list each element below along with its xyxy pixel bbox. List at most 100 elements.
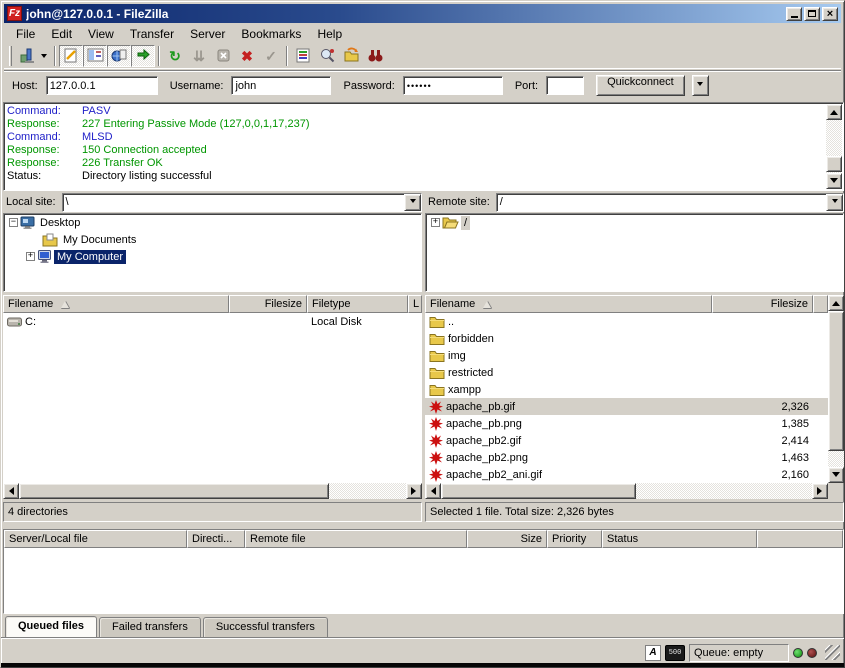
scroll-left-icon[interactable] — [425, 483, 441, 499]
disconnect-button[interactable]: ✖ — [235, 45, 259, 67]
scrollbar-thumb[interactable] — [826, 156, 842, 172]
transfer-queue: Server/Local file Directi... Remote file… — [3, 529, 844, 614]
file-row[interactable]: xampp — [425, 381, 828, 398]
column-header-remote-file[interactable]: Remote file — [245, 530, 467, 548]
directory-comparison-button[interactable] — [315, 45, 339, 67]
scrollbar-thumb[interactable] — [19, 483, 329, 499]
chevron-down-icon — [697, 82, 703, 89]
file-row[interactable]: apache_pb.png 1,385 — [425, 415, 828, 432]
my-documents-icon — [42, 233, 58, 247]
password-input[interactable] — [403, 76, 503, 95]
toggle-queue-button[interactable] — [131, 45, 155, 67]
column-header-filetype[interactable]: Filetype — [307, 295, 408, 313]
cancel-operation-button[interactable] — [211, 45, 235, 67]
speed-limit-indicator[interactable]: 500 — [665, 645, 685, 661]
site-manager-button[interactable] — [15, 45, 39, 67]
scroll-up-icon[interactable] — [828, 295, 844, 311]
file-row-c-drive[interactable]: C: Local Disk — [3, 313, 422, 330]
log-scrollbar[interactable] — [826, 104, 842, 189]
column-header-filename[interactable]: Filename — [425, 295, 712, 313]
collapse-icon[interactable]: − — [9, 218, 18, 227]
menu-file[interactable]: File — [8, 25, 43, 43]
transfer-type-indicator[interactable]: A — [645, 645, 661, 661]
toggle-local-tree-button[interactable] — [83, 45, 107, 67]
column-header-last-modified[interactable]: L — [408, 295, 422, 313]
column-header-filename[interactable]: Filename — [3, 295, 229, 313]
file-row[interactable]: apache_pb2.gif 2,414 — [425, 432, 828, 449]
resize-grip[interactable] — [825, 645, 840, 660]
expand-icon[interactable]: + — [431, 218, 440, 227]
folder-icon — [429, 367, 445, 379]
menu-server[interactable]: Server — [182, 25, 233, 43]
quickconnect-bar: Host: Username: Password: Port: Quickcon… — [4, 70, 841, 100]
tree-item-my-computer[interactable]: + My Computer — [4, 248, 421, 265]
file-row[interactable]: apache_pb2_ani.gif 2,160 — [425, 466, 828, 483]
column-header-direction[interactable]: Directi... — [187, 530, 245, 548]
column-header-status[interactable]: Status — [602, 530, 757, 548]
file-row[interactable]: apache_pb2.png 1,463 — [425, 449, 828, 466]
menu-view[interactable]: View — [80, 25, 122, 43]
local-site-combobox[interactable]: \ — [62, 193, 422, 212]
tab-queued-files[interactable]: Queued files — [5, 616, 97, 637]
quickconnect-dropdown-button[interactable] — [692, 75, 709, 96]
folder-open-icon — [442, 216, 459, 229]
menu-help[interactable]: Help — [309, 25, 350, 43]
scroll-right-icon[interactable] — [812, 483, 828, 499]
scroll-up-icon[interactable] — [826, 104, 842, 120]
scrollbar-thumb[interactable] — [828, 311, 844, 451]
column-header-priority[interactable]: Priority — [547, 530, 602, 548]
synchronized-browsing-button[interactable] — [339, 45, 363, 67]
remote-vertical-scrollbar[interactable] — [828, 295, 844, 483]
menu-edit[interactable]: Edit — [43, 25, 80, 43]
refresh-button[interactable]: ↻ — [163, 45, 187, 67]
tab-successful-transfers[interactable]: Successful transfers — [203, 617, 328, 637]
column-header-filesize[interactable]: Filesize — [712, 295, 813, 313]
local-horizontal-scrollbar[interactable] — [3, 483, 422, 499]
menu-bookmarks[interactable]: Bookmarks — [233, 25, 309, 43]
local-tree-icon — [87, 47, 104, 64]
toggle-message-log-button[interactable] — [59, 45, 83, 67]
tree-item-root[interactable]: + / — [426, 214, 843, 231]
scroll-left-icon[interactable] — [3, 483, 19, 499]
site-manager-dropdown-icon[interactable] — [41, 54, 47, 61]
local-list-header: Filename Filesize Filetype L — [3, 295, 422, 313]
file-row[interactable]: restricted — [425, 364, 828, 381]
host-input[interactable] — [46, 76, 158, 95]
scroll-down-icon[interactable] — [826, 173, 842, 189]
maximize-button[interactable] — [804, 7, 820, 21]
image-file-icon — [429, 417, 443, 431]
file-row[interactable]: forbidden — [425, 330, 828, 347]
menu-transfer[interactable]: Transfer — [122, 25, 182, 43]
column-header-server-local-file[interactable]: Server/Local file — [4, 530, 187, 548]
toolbar-grip[interactable] — [9, 46, 12, 66]
tree-item-my-documents[interactable]: My Documents — [4, 231, 421, 248]
file-row-selected[interactable]: apache_pb.gif 2,326 — [425, 398, 828, 415]
file-row[interactable]: img — [425, 347, 828, 364]
divider — [1, 637, 844, 639]
minimize-button[interactable] — [786, 7, 802, 21]
toggle-remote-tree-button[interactable] — [107, 45, 131, 67]
expand-icon[interactable]: + — [26, 252, 35, 261]
file-row[interactable]: .. — [425, 313, 828, 330]
column-header-size[interactable]: Size — [467, 530, 547, 548]
scroll-down-icon[interactable] — [828, 467, 844, 483]
remote-site-combobox[interactable]: / — [496, 193, 844, 212]
close-button[interactable]: × — [822, 7, 838, 21]
local-site-label: Local site: — [3, 196, 62, 208]
quickconnect-button[interactable]: Quickconnect — [596, 75, 685, 96]
username-input[interactable] — [231, 76, 331, 95]
tree-item-desktop[interactable]: − Desktop — [4, 214, 421, 231]
reconnect-button[interactable]: ✓ — [259, 45, 283, 67]
image-file-icon — [429, 434, 443, 448]
titlebar[interactable]: Fz john@127.0.0.1 - FileZilla × — [4, 4, 841, 23]
scroll-right-icon[interactable] — [406, 483, 422, 499]
remote-horizontal-scrollbar[interactable] — [425, 483, 828, 499]
process-queue-button[interactable]: ⇊ — [187, 45, 211, 67]
find-files-button[interactable] — [363, 45, 387, 67]
remote-site-label: Remote site: — [425, 196, 496, 208]
directory-filter-button[interactable] — [291, 45, 315, 67]
scrollbar-thumb[interactable] — [441, 483, 636, 499]
port-input[interactable] — [546, 76, 584, 95]
tab-failed-transfers[interactable]: Failed transfers — [99, 617, 201, 637]
column-header-filesize[interactable]: Filesize — [229, 295, 307, 313]
